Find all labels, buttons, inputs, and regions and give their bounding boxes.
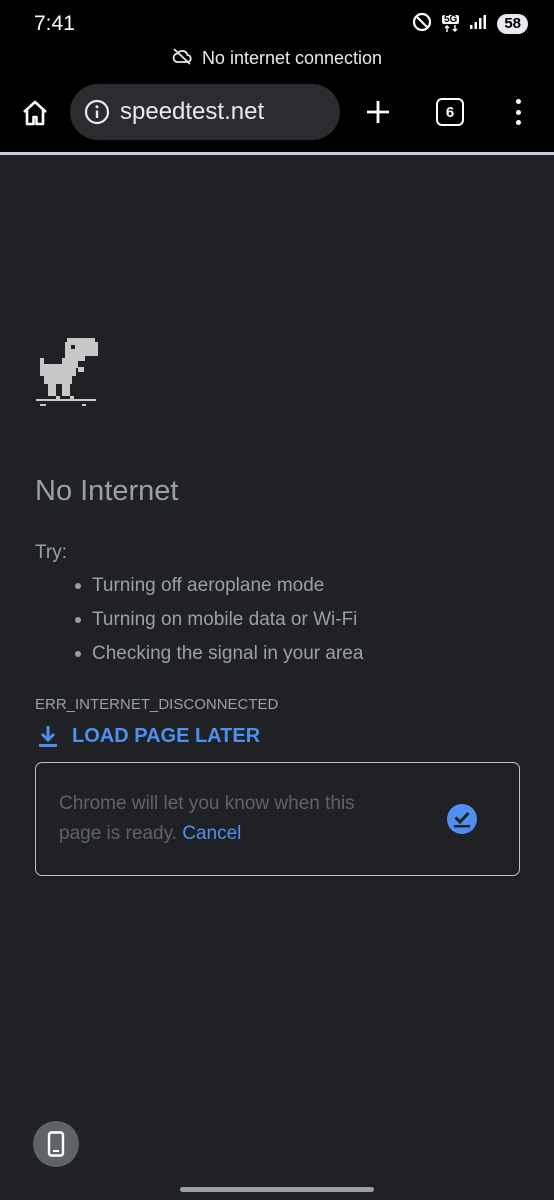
notice-text: Chrome will let you know when this page …: [59, 793, 355, 844]
scheduled-notice-card: Chrome will let you know when this page …: [35, 762, 520, 876]
cloud-off-icon: [172, 47, 192, 70]
status-icons: 5G 58: [412, 12, 528, 36]
gesture-bar[interactable]: [180, 1187, 374, 1192]
new-tab-button[interactable]: [362, 96, 394, 128]
list-item: Turning off aeroplane mode: [75, 573, 363, 607]
dino-icon: [36, 338, 98, 406]
status-bar: 7:41 5G 58: [0, 0, 554, 44]
phone-icon: [47, 1131, 65, 1157]
phone-button[interactable]: [33, 1121, 79, 1167]
toolbar-divider: [0, 152, 554, 155]
5g-icon: 5G: [441, 15, 460, 33]
list-item: Checking the signal in your area: [75, 641, 363, 675]
more-vert-icon[interactable]: [508, 96, 528, 128]
scheduled-check-icon: [447, 804, 477, 834]
tab-switcher-button[interactable]: 6: [436, 98, 464, 126]
do-not-disturb-icon: [412, 12, 432, 37]
omnibox[interactable]: speedtest.net: [70, 84, 340, 140]
error-title: No Internet: [35, 475, 179, 507]
battery-icon: 58: [497, 14, 528, 34]
load-page-later-button[interactable]: LOAD PAGE LATER: [38, 722, 260, 750]
load-page-later-label: LOAD PAGE LATER: [72, 724, 261, 747]
cancel-link[interactable]: Cancel: [182, 823, 241, 844]
home-button[interactable]: [18, 96, 52, 130]
status-time: 7:41: [34, 12, 75, 35]
download-icon: [39, 726, 57, 747]
suggestion-list: Turning off aeroplane mode Turning on mo…: [75, 573, 363, 675]
tab-count: 6: [445, 103, 455, 121]
try-label: Try:: [35, 542, 68, 563]
home-icon: [23, 100, 47, 126]
info-icon[interactable]: [84, 99, 110, 125]
url-text[interactable]: speedtest.net: [120, 98, 264, 126]
signal-icon: [469, 14, 487, 35]
error-code: ERR_INTERNET_DISCONNECTED: [35, 696, 279, 713]
offline-banner-text: No internet connection: [201, 47, 383, 68]
list-item: Turning on mobile data or Wi-Fi: [75, 607, 363, 641]
offline-banner: No internet connection: [0, 44, 554, 72]
plus-icon: [367, 101, 389, 123]
browser-toolbar: speedtest.net 6: [0, 72, 554, 152]
